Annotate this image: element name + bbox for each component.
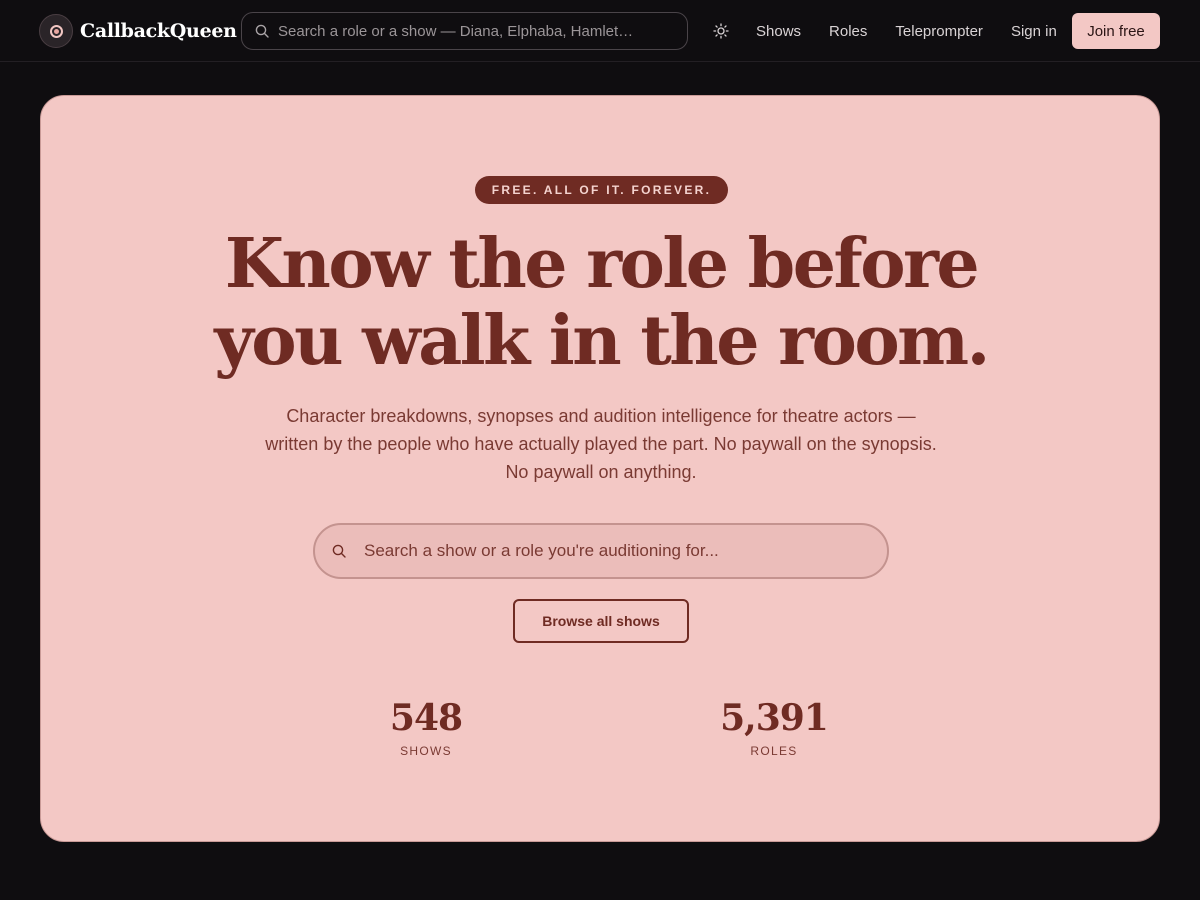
search-icon	[255, 24, 269, 38]
sun-icon	[713, 23, 729, 39]
free-badge: FREE. ALL OF IT. FOREVER.	[475, 176, 728, 204]
top-navigation: CallbackQueen Shows Roles Teleprompter S…	[0, 0, 1200, 62]
stat-roles: 5,391 ROLES	[674, 696, 874, 758]
stat-roles-label: ROLES	[750, 744, 798, 758]
search-icon	[332, 544, 346, 558]
stat-shows-label: SHOWS	[400, 744, 452, 758]
nav-search-box[interactable]	[241, 12, 688, 50]
hero-search-input[interactable]	[364, 541, 864, 561]
hero-search-box[interactable]	[313, 523, 889, 579]
record-icon	[39, 14, 73, 48]
headline-line-2: you walk in the room.	[214, 301, 990, 381]
hero-subheading: Character breakdowns, synopses and audit…	[265, 406, 937, 482]
nav-search-input[interactable]	[278, 22, 668, 40]
nav-link-shows[interactable]: Shows	[756, 23, 801, 40]
theme-toggle-button[interactable]	[711, 21, 731, 41]
join-free-button[interactable]: Join free	[1072, 13, 1160, 49]
hero-headline: Know the role before you walk in the roo…	[41, 226, 1161, 380]
browse-all-shows-button[interactable]: Browse all shows	[513, 599, 689, 643]
stat-roles-value: 5,391	[720, 697, 829, 739]
brand-name: CallbackQueen	[80, 20, 237, 42]
stat-shows-value: 548	[389, 697, 463, 739]
nav-links: Shows Roles Teleprompter Sign in	[756, 0, 1057, 62]
nav-link-roles[interactable]: Roles	[829, 23, 867, 40]
nav-link-teleprompter[interactable]: Teleprompter	[895, 23, 983, 40]
headline-line-1: Know the role before	[224, 224, 980, 304]
stat-shows: 548 SHOWS	[326, 696, 526, 758]
nav-link-sign-in[interactable]: Sign in	[1011, 23, 1057, 40]
hero-card: FREE. ALL OF IT. FOREVER. Know the role …	[40, 95, 1160, 842]
brand-home-link[interactable]: CallbackQueen	[39, 14, 237, 48]
